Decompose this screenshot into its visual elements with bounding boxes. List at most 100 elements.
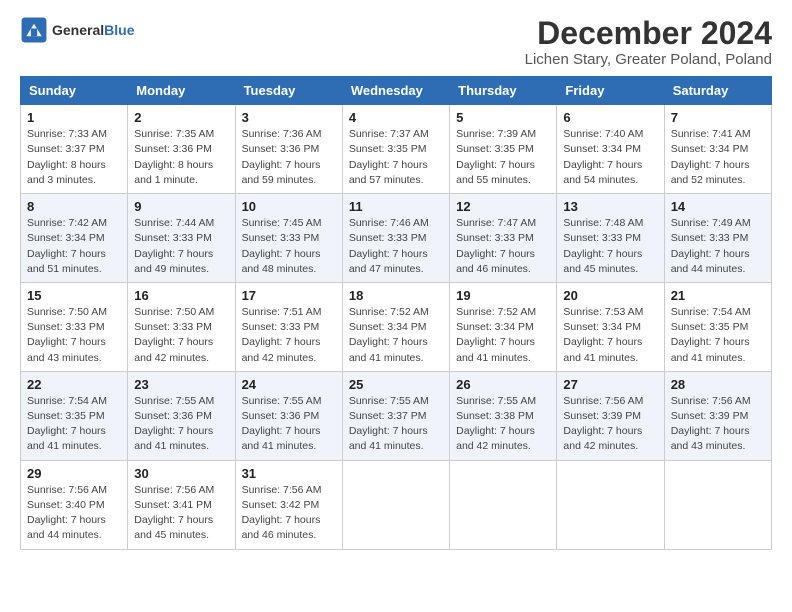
- day-number: 9: [134, 199, 228, 214]
- calendar-cell: 10Sunrise: 7:45 AMSunset: 3:33 PMDayligh…: [235, 194, 342, 283]
- day-info: Sunrise: 7:56 AMSunset: 3:39 PMDaylight:…: [563, 394, 657, 455]
- calendar-cell: 15 Sunrise: 7:50 AMSunset: 3:33 PMDayligh…: [21, 282, 128, 371]
- day-number: 31: [242, 466, 336, 481]
- week-row-1: 1 Sunrise: 7:33 AMSunset: 3:37 PMDaylight…: [21, 105, 772, 194]
- day-info: Sunrise: 7:52 AMSunset: 3:34 PMDaylight:…: [456, 305, 550, 366]
- header-row: SundayMondayTuesdayWednesdayThursdayFrid…: [21, 77, 772, 105]
- day-info: Sunrise: 7:52 AMSunset: 3:34 PMDaylight:…: [349, 305, 443, 366]
- calendar-cell: 3 Sunrise: 7:36 AMSunset: 3:36 PMDaylight…: [235, 105, 342, 194]
- day-number: 18: [349, 288, 443, 303]
- header-wednesday: Wednesday: [342, 77, 449, 105]
- calendar-cell: 14 Sunrise: 7:49 AMSunset: 3:33 PMDayligh…: [664, 194, 771, 283]
- calendar-table: SundayMondayTuesdayWednesdayThursdayFrid…: [20, 76, 772, 549]
- calendar-cell: 27Sunrise: 7:56 AMSunset: 3:39 PMDayligh…: [557, 371, 664, 460]
- day-info: Sunrise: 7:45 AMSunset: 3:33 PMDaylight:…: [242, 216, 336, 277]
- day-number: 12: [456, 199, 550, 214]
- calendar-cell: 29Sunrise: 7:56 AMSunset: 3:40 PMDayligh…: [21, 460, 128, 549]
- header-sunday: Sunday: [21, 77, 128, 105]
- day-info: Sunrise: 7:54 AMSunset: 3:35 PMDaylight:…: [27, 394, 121, 455]
- header-thursday: Thursday: [450, 77, 557, 105]
- day-number: 14: [671, 199, 765, 214]
- header-friday: Friday: [557, 77, 664, 105]
- day-info: Sunrise: 7:56 AMSunset: 3:41 PMDaylight:…: [134, 483, 228, 544]
- day-info: Sunrise: 7:48 AMSunset: 3:33 PMDaylight:…: [563, 216, 657, 277]
- week-row-4: 22 Sunrise: 7:54 AMSunset: 3:35 PMDayligh…: [21, 371, 772, 460]
- day-info: Sunrise: 7:39 AMSunset: 3:35 PMDaylight:…: [456, 127, 550, 188]
- day-info: Sunrise: 7:55 AMSunset: 3:38 PMDaylight:…: [456, 394, 550, 455]
- day-number: 13: [563, 199, 657, 214]
- day-info: Sunrise: 7:55 AMSunset: 3:36 PMDaylight:…: [242, 394, 336, 455]
- day-info: Sunrise: 7:50 AMSunset: 3:33 PMDaylight:…: [27, 305, 121, 366]
- calendar-cell: 26 Sunrise: 7:55 AMSunset: 3:38 PMDayligh…: [450, 371, 557, 460]
- calendar-cell: 19Sunrise: 7:52 AMSunset: 3:34 PMDayligh…: [450, 282, 557, 371]
- page-header: GeneralBlue December 2024 Lichen Stary, …: [20, 16, 772, 68]
- day-info: Sunrise: 7:36 AMSunset: 3:36 PMDaylight:…: [242, 127, 336, 188]
- day-number: 1: [27, 110, 121, 125]
- calendar-cell: 28Sunrise: 7:56 AMSunset: 3:39 PMDayligh…: [664, 371, 771, 460]
- calendar-cell: 25 Sunrise: 7:55 AMSunset: 3:37 PMDayligh…: [342, 371, 449, 460]
- calendar-cell: [557, 460, 664, 549]
- day-info: Sunrise: 7:47 AMSunset: 3:33 PMDaylight:…: [456, 216, 550, 277]
- day-number: 24: [242, 377, 336, 392]
- logo-icon: [20, 16, 48, 44]
- calendar-cell: 7Sunrise: 7:41 AMSunset: 3:34 PMDaylight…: [664, 105, 771, 194]
- day-info: Sunrise: 7:35 AMSunset: 3:36 PMDaylight:…: [134, 127, 228, 188]
- day-number: 15: [27, 288, 121, 303]
- calendar-cell: 23 Sunrise: 7:55 AMSunset: 3:36 PMDayligh…: [128, 371, 235, 460]
- day-number: 4: [349, 110, 443, 125]
- header-tuesday: Tuesday: [235, 77, 342, 105]
- day-number: 3: [242, 110, 336, 125]
- day-info: Sunrise: 7:42 AMSunset: 3:34 PMDaylight:…: [27, 216, 121, 277]
- day-number: 8: [27, 199, 121, 214]
- calendar-title: December 2024: [525, 16, 772, 51]
- day-number: 7: [671, 110, 765, 125]
- day-number: 17: [242, 288, 336, 303]
- week-row-3: 15 Sunrise: 7:50 AMSunset: 3:33 PMDayligh…: [21, 282, 772, 371]
- calendar-cell: 11 Sunrise: 7:46 AMSunset: 3:33 PMDayligh…: [342, 194, 449, 283]
- day-number: 22: [27, 377, 121, 392]
- calendar-subtitle: Lichen Stary, Greater Poland, Poland: [525, 51, 772, 68]
- day-info: Sunrise: 7:44 AMSunset: 3:33 PMDaylight:…: [134, 216, 228, 277]
- calendar-cell: 5 Sunrise: 7:39 AMSunset: 3:35 PMDaylight…: [450, 105, 557, 194]
- calendar-cell: 30Sunrise: 7:56 AMSunset: 3:41 PMDayligh…: [128, 460, 235, 549]
- calendar-cell: 2 Sunrise: 7:35 AMSunset: 3:36 PMDaylight…: [128, 105, 235, 194]
- calendar-cell: 4 Sunrise: 7:37 AMSunset: 3:35 PMDaylight…: [342, 105, 449, 194]
- day-number: 25: [349, 377, 443, 392]
- week-row-2: 8 Sunrise: 7:42 AMSunset: 3:34 PMDaylight…: [21, 194, 772, 283]
- day-number: 16: [134, 288, 228, 303]
- calendar-cell: 22 Sunrise: 7:54 AMSunset: 3:35 PMDayligh…: [21, 371, 128, 460]
- logo: GeneralBlue: [20, 16, 134, 44]
- day-number: 5: [456, 110, 550, 125]
- week-row-5: 29Sunrise: 7:56 AMSunset: 3:40 PMDayligh…: [21, 460, 772, 549]
- day-info: Sunrise: 7:50 AMSunset: 3:33 PMDaylight:…: [134, 305, 228, 366]
- day-number: 11: [349, 199, 443, 214]
- calendar-cell: 9 Sunrise: 7:44 AMSunset: 3:33 PMDaylight…: [128, 194, 235, 283]
- day-number: 21: [671, 288, 765, 303]
- title-section: December 2024 Lichen Stary, Greater Pola…: [525, 16, 772, 68]
- header-monday: Monday: [128, 77, 235, 105]
- calendar-cell: 18 Sunrise: 7:52 AMSunset: 3:34 PMDayligh…: [342, 282, 449, 371]
- day-info: Sunrise: 7:49 AMSunset: 3:33 PMDaylight:…: [671, 216, 765, 277]
- calendar-cell: 13 Sunrise: 7:48 AMSunset: 3:33 PMDayligh…: [557, 194, 664, 283]
- calendar-cell: 1 Sunrise: 7:33 AMSunset: 3:37 PMDaylight…: [21, 105, 128, 194]
- day-number: 29: [27, 466, 121, 481]
- calendar-cell: 16 Sunrise: 7:50 AMSunset: 3:33 PMDayligh…: [128, 282, 235, 371]
- calendar-cell: 17 Sunrise: 7:51 AMSunset: 3:33 PMDayligh…: [235, 282, 342, 371]
- day-number: 20: [563, 288, 657, 303]
- day-info: Sunrise: 7:56 AMSunset: 3:42 PMDaylight:…: [242, 483, 336, 544]
- day-info: Sunrise: 7:33 AMSunset: 3:37 PMDaylight:…: [27, 127, 121, 188]
- calendar-cell: 12 Sunrise: 7:47 AMSunset: 3:33 PMDayligh…: [450, 194, 557, 283]
- calendar-cell: 24 Sunrise: 7:55 AMSunset: 3:36 PMDayligh…: [235, 371, 342, 460]
- day-info: Sunrise: 7:54 AMSunset: 3:35 PMDaylight:…: [671, 305, 765, 366]
- day-info: Sunrise: 7:56 AMSunset: 3:39 PMDaylight:…: [671, 394, 765, 455]
- day-info: Sunrise: 7:55 AMSunset: 3:36 PMDaylight:…: [134, 394, 228, 455]
- calendar-cell: 20Sunrise: 7:53 AMSunset: 3:34 PMDayligh…: [557, 282, 664, 371]
- day-info: Sunrise: 7:46 AMSunset: 3:33 PMDaylight:…: [349, 216, 443, 277]
- day-number: 26: [456, 377, 550, 392]
- logo-text: GeneralBlue: [52, 22, 134, 39]
- day-number: 2: [134, 110, 228, 125]
- day-info: Sunrise: 7:37 AMSunset: 3:35 PMDaylight:…: [349, 127, 443, 188]
- day-info: Sunrise: 7:55 AMSunset: 3:37 PMDaylight:…: [349, 394, 443, 455]
- day-info: Sunrise: 7:51 AMSunset: 3:33 PMDaylight:…: [242, 305, 336, 366]
- day-number: 23: [134, 377, 228, 392]
